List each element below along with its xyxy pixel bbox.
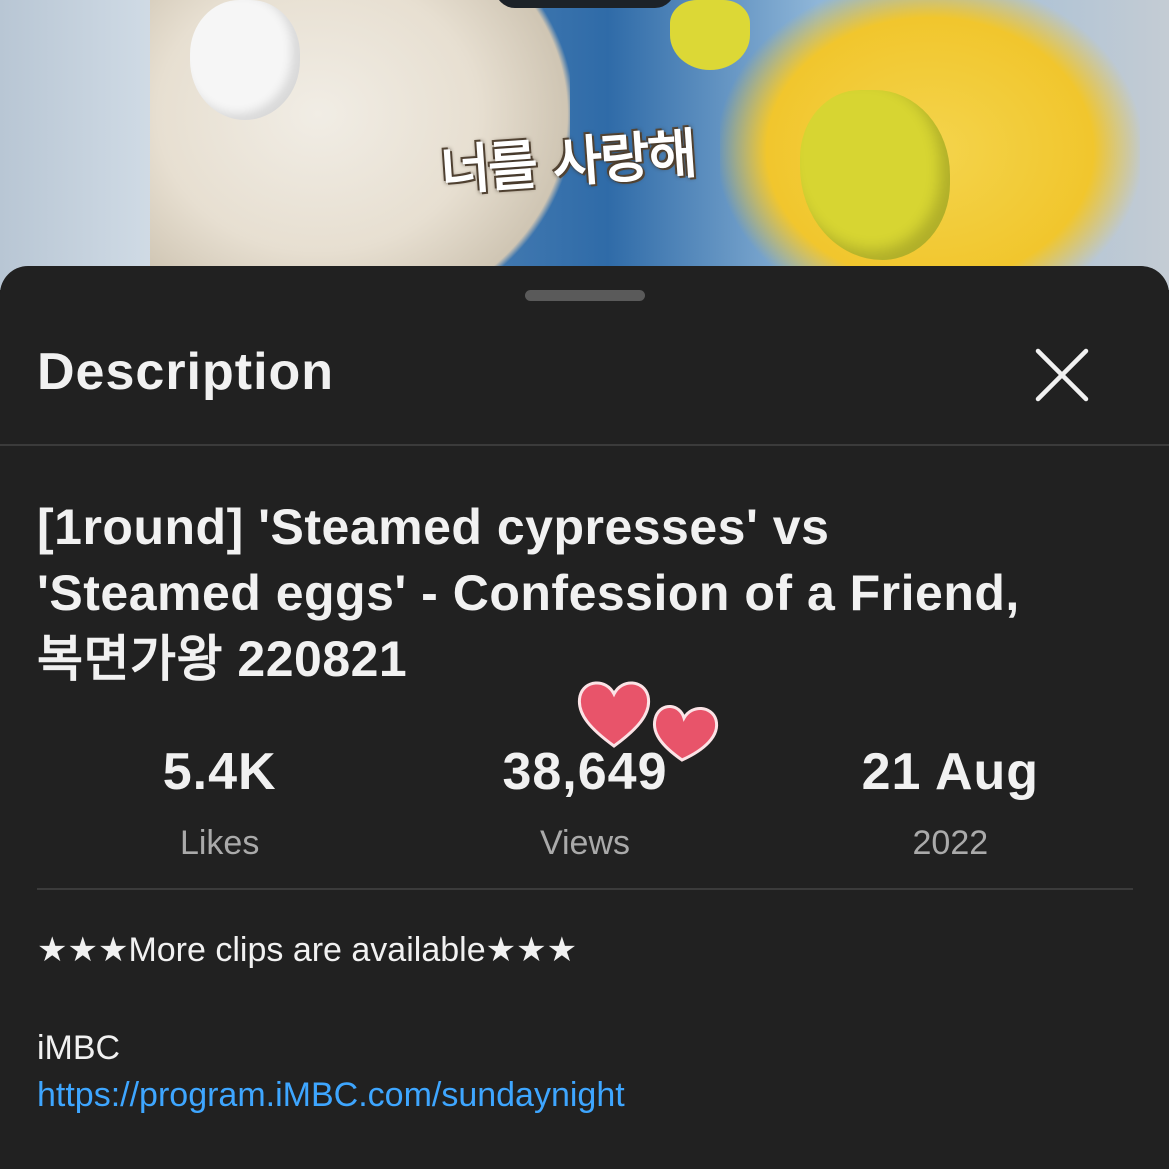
header-divider	[0, 444, 1169, 446]
video-caption: 너를 사랑해	[438, 122, 698, 203]
views-label: Views	[539, 824, 631, 862]
drag-handle[interactable]	[525, 290, 645, 301]
close-icon	[1035, 348, 1089, 402]
upload-date: 21 Aug	[861, 743, 1040, 801]
video-title-line: 'Steamed eggs' - Confession of a Friend,	[37, 565, 1020, 621]
channel-name: iMBC	[37, 1029, 121, 1067]
white-glove-image	[190, 0, 300, 120]
likes-label: Likes	[179, 824, 260, 862]
yellow-glove-top-image	[670, 0, 750, 70]
likes-count: 5.4K	[162, 743, 277, 801]
upload-year: 2022	[912, 824, 989, 862]
video-stats: 5.4K Likes 38,649 Views 21 Aug 2022	[37, 741, 1133, 871]
sheet-title: Description	[37, 343, 335, 401]
likes-stat: 5.4K Likes	[37, 741, 402, 871]
heart-icon	[577, 681, 651, 748]
description-text: ★★★More clips are available★★★	[37, 931, 578, 969]
video-title-line: [1round] 'Steamed cypresses' vs	[37, 499, 830, 555]
video-player[interactable]: 너를 사랑해	[0, 0, 1169, 290]
program-link[interactable]: https://program.iMBC.com/sundaynight	[37, 1074, 625, 1116]
close-button[interactable]	[1028, 341, 1096, 409]
views-count: 38,649	[502, 743, 668, 801]
description-sheet: Description [1round] 'Steamed cypresses'…	[0, 266, 1169, 1169]
views-stat: 38,649 Views	[402, 741, 767, 871]
microphone-image	[495, 0, 675, 8]
date-stat: 21 Aug 2022	[768, 741, 1133, 871]
stats-divider	[37, 888, 1133, 890]
video-title: [1round] 'Steamed cypresses' vs 'Steamed…	[37, 494, 1137, 692]
